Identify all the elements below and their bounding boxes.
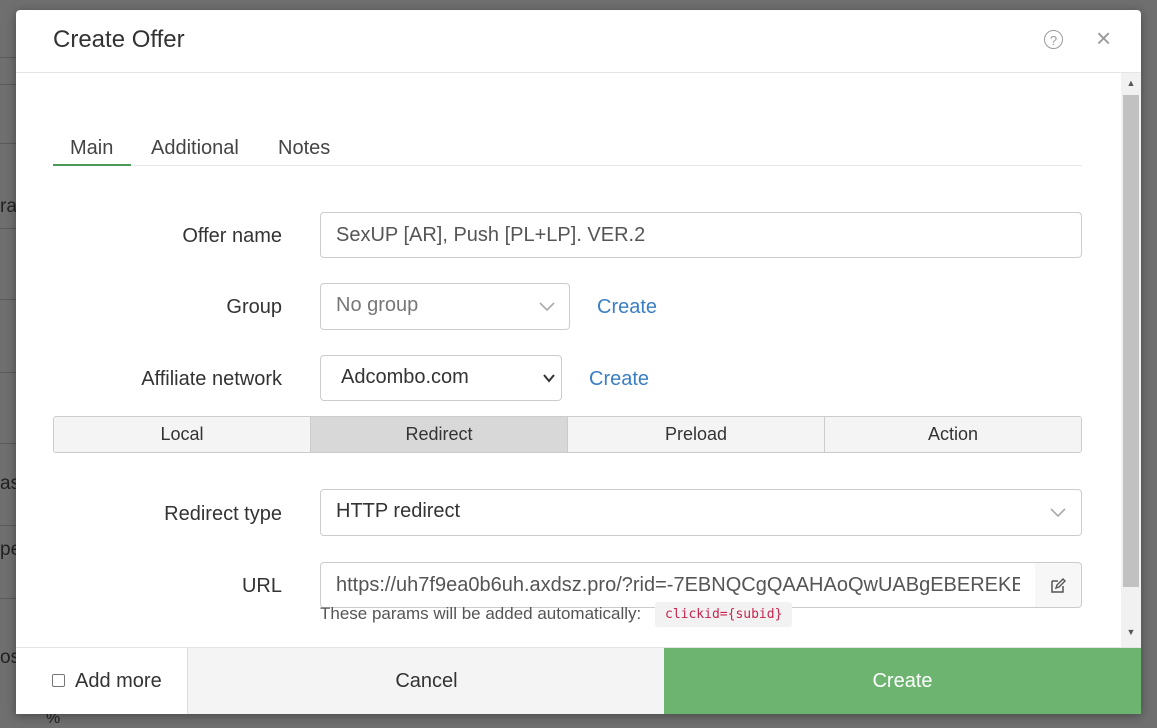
add-more-checkbox[interactable]	[52, 674, 65, 687]
create-button[interactable]: Create	[664, 648, 1141, 714]
add-more-option[interactable]: Add more	[16, 648, 187, 714]
segment-preload[interactable]: Preload	[568, 417, 825, 452]
cancel-button[interactable]: Cancel	[187, 648, 665, 714]
modal-footer: Add more Cancel Create	[16, 647, 1141, 714]
close-icon[interactable]: ×	[1096, 25, 1111, 51]
group-select-value: No group	[336, 294, 419, 316]
scrollbar-thumb[interactable]	[1123, 95, 1139, 587]
add-more-label[interactable]: Add more	[75, 670, 162, 693]
create-offer-dialog: Create Offer ? × Main Additional Notes O…	[16, 10, 1141, 714]
scrollbar[interactable]: ▲ ▼	[1121, 73, 1141, 647]
affiliate-network-value: Adcombo.com	[341, 366, 469, 388]
segment-local[interactable]: Local	[54, 417, 311, 452]
modal-header: Create Offer ? ×	[16, 10, 1141, 73]
group-label: Group	[226, 296, 282, 318]
redirect-type-value: HTTP redirect	[336, 500, 461, 522]
edit-url-button[interactable]	[1035, 562, 1082, 608]
chevron-down-icon	[543, 374, 555, 383]
bg-fragment: ra	[0, 196, 17, 217]
modal-body: Main Additional Notes Offer name Group N…	[16, 73, 1121, 647]
chevron-down-icon	[539, 302, 555, 312]
tab-main[interactable]: Main	[70, 137, 113, 160]
create-group-link[interactable]: Create	[597, 296, 657, 319]
url-params-code: clickid={subid}	[655, 602, 793, 627]
redirect-type-label: Redirect type	[164, 503, 282, 525]
scroll-up-icon[interactable]: ▲	[1121, 78, 1141, 88]
redirect-type-select[interactable]: HTTP redirect	[320, 489, 1082, 536]
offer-type-segmented-control: Local Redirect Preload Action	[53, 416, 1082, 453]
create-affiliate-network-link[interactable]: Create	[589, 368, 649, 391]
url-params-hint: These params will be added automatically…	[320, 604, 642, 623]
active-tab-indicator	[53, 164, 131, 166]
segment-action[interactable]: Action	[825, 417, 1081, 452]
edit-icon	[1051, 578, 1066, 593]
segment-redirect[interactable]: Redirect	[311, 417, 568, 452]
affiliate-network-label: Affiliate network	[141, 368, 282, 390]
tab-additional[interactable]: Additional	[151, 137, 239, 160]
chevron-down-icon	[1050, 508, 1066, 518]
url-label: URL	[241, 575, 282, 597]
group-select[interactable]: No group	[320, 283, 570, 330]
modal-title: Create Offer	[53, 26, 185, 53]
tab-notes[interactable]: Notes	[278, 137, 330, 160]
offer-name-input[interactable]	[320, 212, 1082, 258]
offer-name-label: Offer name	[182, 225, 282, 247]
help-icon[interactable]: ?	[1044, 30, 1063, 49]
scroll-down-icon[interactable]: ▼	[1121, 627, 1141, 637]
tab-bar: Main Additional Notes	[53, 113, 1082, 166]
affiliate-network-select[interactable]: Adcombo.com	[320, 355, 562, 401]
